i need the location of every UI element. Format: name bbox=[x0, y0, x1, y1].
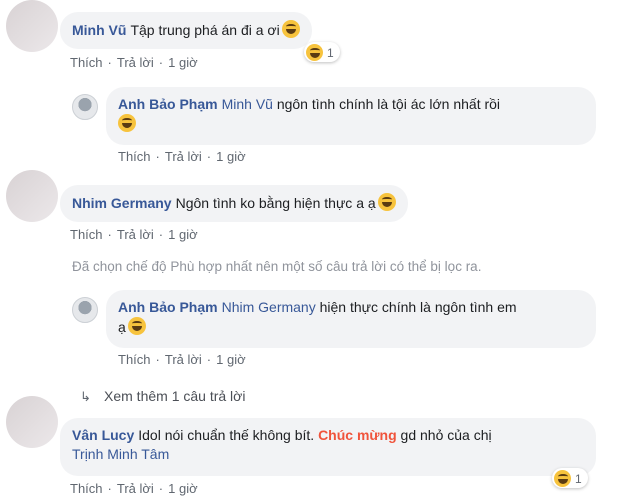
comment-time[interactable]: 1 giờ bbox=[216, 352, 246, 367]
comment-author[interactable]: Anh Bảo Phạm bbox=[118, 299, 218, 315]
like-button[interactable]: Thích bbox=[70, 227, 103, 242]
comment-text: ngôn tình chính là tội ác lớn nhất rồi bbox=[276, 96, 501, 112]
mention-link[interactable]: Minh Vũ bbox=[222, 96, 273, 112]
laughing-emoji-icon bbox=[118, 114, 136, 132]
avatar[interactable] bbox=[72, 297, 98, 323]
avatar[interactable] bbox=[6, 0, 58, 52]
reply-button[interactable]: Trả lời bbox=[165, 149, 202, 164]
reaction-count[interactable]: 1 bbox=[304, 42, 340, 62]
comment-actions: Thích · Trả lời · 1 giờ bbox=[70, 227, 198, 242]
reply-arrow-icon: ↳ bbox=[80, 389, 91, 404]
like-button[interactable]: Thích bbox=[70, 55, 103, 70]
laughing-emoji-icon bbox=[306, 44, 323, 61]
comment-author[interactable]: Vân Lucy bbox=[72, 427, 134, 443]
comment-actions: Thích · Trả lời · 1 giờ bbox=[118, 352, 246, 367]
comment-bubble: Nhim Germany Ngôn tình ko bằng hiện thực … bbox=[60, 185, 408, 222]
reply-button[interactable]: Trả lời bbox=[165, 352, 202, 367]
reply-button[interactable]: Trả lời bbox=[117, 227, 154, 242]
laughing-emoji-icon bbox=[554, 470, 571, 487]
comment-actions: Thích · Trả lời · 1 giờ bbox=[118, 149, 246, 164]
laughing-emoji-icon bbox=[127, 317, 146, 335]
reaction-count[interactable]: 1 bbox=[552, 468, 588, 488]
reaction-number: 1 bbox=[575, 471, 582, 486]
comment-text: hiện thực chính là ngôn tình em bbox=[319, 299, 517, 315]
comment-time[interactable]: 1 giờ bbox=[168, 227, 198, 242]
reply-button[interactable]: Trả lời bbox=[117, 55, 154, 70]
like-button[interactable]: Thích bbox=[118, 149, 151, 164]
view-more-label[interactable]: Xem thêm 1 câu trả lời bbox=[104, 388, 245, 404]
comment-text-continued: ạ bbox=[118, 319, 126, 335]
mention-link[interactable]: Trịnh Minh Tâm bbox=[72, 446, 169, 462]
filter-note: Đã chọn chế độ Phù hợp nhất nên một số c… bbox=[72, 259, 482, 274]
avatar[interactable] bbox=[6, 396, 58, 448]
comment-time[interactable]: 1 giờ bbox=[216, 149, 246, 164]
comment-time[interactable]: 1 giờ bbox=[168, 55, 198, 70]
comment-text: Tập trung phá án đi a ơi bbox=[130, 22, 280, 38]
comment-author[interactable]: Minh Vũ bbox=[72, 22, 126, 38]
highlighted-phrase: Chúc mừng bbox=[318, 427, 397, 443]
comment-bubble: Minh Vũ Tập trung phá án đi a ơi bbox=[60, 12, 312, 49]
avatar[interactable] bbox=[6, 170, 58, 222]
mention-link[interactable]: Nhim Germany bbox=[222, 299, 316, 315]
comment-bubble: Anh Bảo Phạm Minh Vũ ngôn tình chính là t… bbox=[106, 87, 596, 145]
reaction-number: 1 bbox=[327, 45, 334, 60]
comment-author[interactable]: Nhim Germany bbox=[72, 195, 172, 211]
comment-text: Ngôn tình ko bằng hiện thực a ạ bbox=[175, 195, 376, 211]
comment-time[interactable]: 1 giờ bbox=[168, 481, 198, 496]
like-button[interactable]: Thích bbox=[70, 481, 103, 496]
reply-button[interactable]: Trả lời bbox=[117, 481, 154, 496]
smiling-emoji-icon bbox=[377, 193, 396, 211]
comment-text-after: gd nhỏ của chị bbox=[400, 427, 492, 443]
like-button[interactable]: Thích bbox=[118, 352, 151, 367]
laughing-emoji-icon bbox=[281, 20, 300, 38]
comment-text: Idol nói chuẩn thế không bít. bbox=[138, 427, 315, 443]
comment-bubble: Anh Bảo Phạm Nhim Germany hiện thực chính… bbox=[106, 290, 596, 348]
comment-actions: Thích · Trả lời · 1 giờ bbox=[70, 55, 198, 70]
view-more-replies[interactable]: ↳ Xem thêm 1 câu trả lời bbox=[80, 388, 245, 405]
comment-author[interactable]: Anh Bảo Phạm bbox=[118, 96, 218, 112]
avatar[interactable] bbox=[72, 94, 98, 120]
comment-actions: Thích · Trả lời · 1 giờ bbox=[70, 481, 198, 496]
comment-bubble: Vân Lucy Idol nói chuẩn thế không bít. Ch… bbox=[60, 418, 596, 476]
